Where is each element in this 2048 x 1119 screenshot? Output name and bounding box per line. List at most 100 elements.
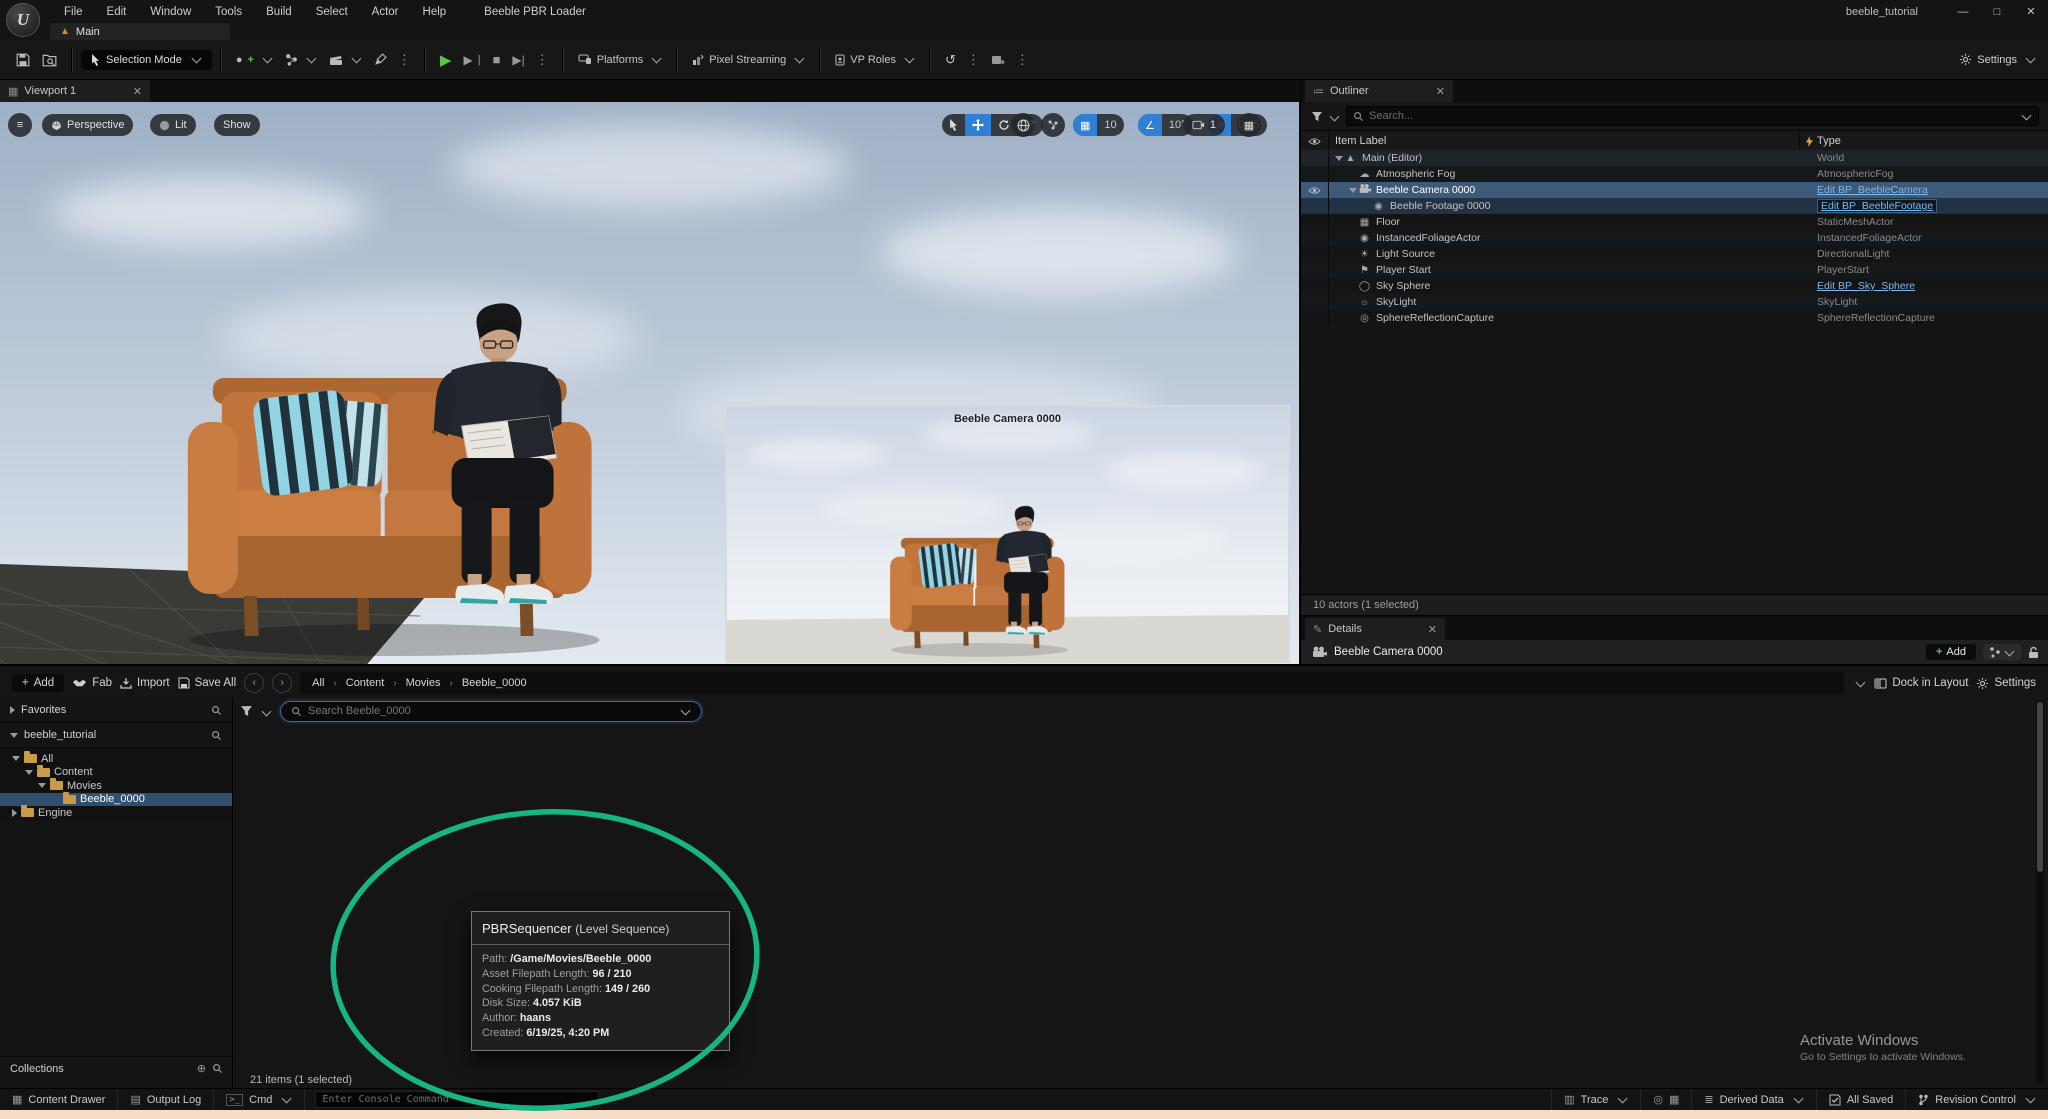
stop-button[interactable]: ■ — [487, 48, 507, 71]
expander-icon[interactable] — [1335, 156, 1343, 161]
brush-icon[interactable] — [368, 49, 393, 70]
outliner-search-input[interactable]: Search... — [1346, 106, 2039, 126]
menu-item-select[interactable]: Select — [304, 0, 360, 23]
lock-icon[interactable] — [2028, 646, 2039, 659]
menu-item-window[interactable]: Window — [138, 0, 203, 23]
column-type[interactable]: Type — [1799, 131, 1841, 151]
maximize-button[interactable]: □ — [1980, 0, 2014, 23]
outliner-row-beeble-footage-0000[interactable]: ◉Beeble Footage 0000Edit BP_BeebleFootag… — [1301, 198, 2048, 214]
grid-snap-control[interactable]: ▦ 10 — [1073, 114, 1124, 136]
perspective-button[interactable]: Perspective — [42, 114, 133, 136]
details-tab-close-icon[interactable]: ✕ — [1428, 623, 1437, 636]
console-command-input[interactable]: Enter Console Command — [315, 1091, 599, 1108]
viewport-tab-close-icon[interactable]: ✕ — [133, 85, 142, 98]
derived-data-dropdown[interactable]: ≣ Derived Data — [1691, 1089, 1815, 1110]
visibility-eye-icon[interactable] — [1301, 230, 1329, 246]
play-options-icon[interactable]: ⋮ — [531, 52, 554, 68]
output-log-button[interactable]: ▤ Output Log — [118, 1089, 214, 1110]
outliner-row-light-source[interactable]: ☀Light SourceDirectionalLight — [1301, 246, 2048, 262]
details-blueprint-dropdown[interactable] — [1983, 644, 2021, 660]
close-button[interactable]: ✕ — [2014, 0, 2048, 23]
reset-icon[interactable]: ↺ — [939, 48, 962, 72]
outliner-row-spherereflectioncapture[interactable]: ◎SphereReflectionCaptureSphereReflection… — [1301, 310, 2048, 326]
browse-content-icon[interactable] — [36, 49, 63, 71]
tab-details[interactable]: ✎ Details ✕ — [1305, 618, 1445, 640]
move-tool-icon[interactable] — [965, 114, 991, 136]
visibility-eye-icon[interactable] — [1301, 150, 1329, 166]
visibility-eye-icon[interactable] — [1301, 246, 1329, 262]
maximize-viewport-icon[interactable]: ▦ — [1237, 113, 1261, 137]
toolbar-more-icon[interactable]: ⋮ — [393, 52, 416, 68]
revision-control-dropdown[interactable]: Revision Control — [1905, 1089, 2048, 1110]
play-from-here-button[interactable]: ▶| — [457, 49, 486, 71]
unreal-logo-icon[interactable]: U — [6, 3, 40, 37]
viewport-menu-icon[interactable]: ≡ — [8, 113, 32, 137]
minimize-button[interactable]: — — [1946, 0, 1980, 23]
outliner-row-player-start[interactable]: ⚑Player StartPlayerStart — [1301, 262, 2048, 278]
blueprints-button[interactable] — [279, 49, 323, 70]
menu-item-help[interactable]: Help — [411, 0, 459, 23]
visibility-eye-icon[interactable] — [1301, 182, 1329, 198]
actor-type-link[interactable]: Edit BP_BeebleFootage — [1817, 199, 1937, 213]
outliner-row-floor[interactable]: ▦FloorStaticMeshActor — [1301, 214, 2048, 230]
visibility-eye-icon[interactable] — [1301, 262, 1329, 278]
outliner-row-sky-sphere[interactable]: ◯Sky SphereEdit BP_Sky_Sphere — [1301, 278, 2048, 294]
all-saved-button[interactable]: All Saved — [1816, 1089, 1905, 1110]
branch-icon — [1918, 1094, 1929, 1106]
show-button[interactable]: Show — [214, 114, 260, 136]
menu-item-file[interactable]: File — [52, 0, 95, 23]
cmd-dropdown[interactable]: >_ Cmd — [214, 1089, 305, 1110]
visibility-eye-icon[interactable] — [1301, 214, 1329, 230]
content-drawer-button[interactable]: ▦ Content Drawer — [0, 1089, 118, 1110]
insights-icons[interactable]: ◎ ▦ — [1640, 1089, 1691, 1110]
settings-dropdown[interactable]: Settings — [1959, 53, 2036, 66]
vp-roles-dropdown[interactable]: VP Roles — [829, 50, 921, 70]
outliner-row-beeble-camera-0000[interactable]: Beeble Camera 0000Edit BP_BeebleCamera — [1301, 182, 2048, 198]
media-options-icon[interactable]: ⋮ — [1011, 52, 1034, 68]
visibility-eye-icon[interactable] — [1301, 166, 1329, 182]
menu-item-beeble-pbr-loader[interactable]: Beeble PBR Loader — [472, 0, 598, 23]
outliner-row-skylight[interactable]: ☼SkyLightSkyLight — [1301, 294, 2048, 310]
selection-mode-dropdown[interactable]: Selection Mode — [81, 50, 212, 70]
menu-item-edit[interactable]: Edit — [95, 0, 139, 23]
world-coord-icon[interactable] — [1011, 113, 1035, 137]
visibility-eye-icon[interactable] — [1301, 294, 1329, 310]
cinematics-button[interactable] — [323, 50, 368, 70]
actor-type-link[interactable]: Edit BP_Sky_Sphere — [1817, 280, 1915, 292]
details-add-button[interactable]: + Add — [1926, 644, 1976, 660]
add-actor-button[interactable]: ●+ — [230, 50, 279, 70]
outliner-filter-icon[interactable] — [1311, 111, 1323, 122]
menu-item-actor[interactable]: Actor — [360, 0, 411, 23]
outliner-row-atmospheric-fog[interactable]: ☁Atmospheric FogAtmosphericFog — [1301, 166, 2048, 182]
tab-viewport-1[interactable]: ▦ Viewport 1 ✕ — [0, 80, 150, 102]
menu-item-tools[interactable]: Tools — [203, 0, 254, 23]
save-icon[interactable] — [10, 49, 36, 71]
reset-options-icon[interactable]: ⋮ — [962, 52, 985, 68]
expander-icon[interactable] — [1349, 188, 1357, 193]
select-tool-icon[interactable] — [942, 114, 965, 136]
outliner-tab-close-icon[interactable]: ✕ — [1436, 85, 1445, 98]
visibility-eye-icon[interactable] — [1301, 310, 1329, 326]
platforms-dropdown[interactable]: Platforms — [572, 50, 668, 70]
outliner-row-main-editor-[interactable]: ▲Main (Editor)World — [1301, 150, 2048, 166]
tab-outliner[interactable]: ≔ Outliner ✕ — [1305, 80, 1453, 102]
skip-button[interactable]: ▶| — [506, 49, 530, 71]
column-item-label[interactable]: Item Label — [1329, 135, 1386, 147]
camera-speed-control[interactable]: 1 — [1183, 114, 1225, 136]
play-button[interactable]: ▶ — [434, 47, 458, 73]
visibility-column-icon[interactable] — [1301, 131, 1329, 151]
tab-main-level[interactable]: ▲ Main — [50, 23, 230, 40]
outliner-row-instancedfoliageactor[interactable]: ◉InstancedFoliageActorInstancedFoliageAc… — [1301, 230, 2048, 246]
trace-dropdown[interactable]: ▥ Trace — [1551, 1089, 1640, 1110]
lit-button[interactable]: Lit — [150, 114, 196, 136]
pixel-streaming-dropdown[interactable]: Pixel Streaming — [686, 50, 811, 70]
media-capture-icon[interactable] — [985, 50, 1011, 69]
menu-item-build[interactable]: Build — [254, 0, 304, 23]
actor-type-link[interactable]: Edit BP_BeebleCamera — [1817, 184, 1928, 196]
surface-snap-icon[interactable] — [1041, 113, 1065, 137]
visibility-eye-icon[interactable] — [1301, 198, 1329, 214]
viewport-3d-view[interactable]: Beeble Camera 0000 ≡ Perspective Lit Sho… — [0, 102, 1299, 696]
outliner-tree: ▲Main (Editor)World☁Atmospheric FogAtmos… — [1301, 150, 2048, 326]
asset-grid-scrollbar[interactable] — [2036, 700, 2044, 1084]
visibility-eye-icon[interactable] — [1301, 278, 1329, 294]
